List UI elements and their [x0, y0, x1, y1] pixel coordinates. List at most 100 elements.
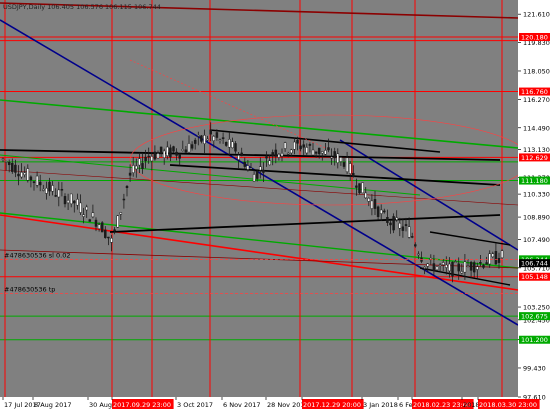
candle-body [240, 152, 243, 157]
candle-body [91, 212, 95, 218]
candle-body [82, 214, 85, 217]
price-tag-label: 116.760 [521, 88, 548, 96]
candle-body [364, 192, 367, 199]
candle-body [426, 263, 429, 267]
candle-body [460, 271, 464, 274]
candle-body [48, 181, 51, 192]
candle-body [35, 175, 39, 186]
candle-body [122, 198, 126, 201]
candle-body [398, 222, 402, 229]
candle-body [60, 189, 64, 191]
order-label-sl: #478630536 sl 0.02 [4, 251, 70, 259]
candle-body [290, 149, 293, 154]
candle-body [262, 169, 265, 173]
candle-body [20, 172, 23, 178]
candle-body [330, 156, 333, 159]
price-chart[interactable]: #478630536 sl 0.02 #478630536 tp 121.610 1… [0, 0, 550, 413]
price-tag-label: 112.629 [521, 154, 548, 162]
price-tag-label: 111.180 [521, 177, 548, 185]
candle-body [314, 151, 318, 154]
candle-body [293, 141, 296, 150]
candle-body [63, 196, 67, 205]
candle-body [491, 253, 495, 258]
candle-body [407, 226, 411, 238]
price-tag-label: 120.180 [521, 34, 548, 42]
candle-body [97, 224, 101, 230]
candle-body [299, 145, 302, 150]
candle-body [26, 168, 30, 181]
candle-body [438, 264, 442, 267]
candle-body [345, 157, 349, 173]
candle-body [395, 217, 398, 221]
candle-body [128, 172, 132, 176]
candle-body [497, 258, 501, 263]
candle-body [482, 264, 485, 268]
price-tick-label: 114.490 [523, 124, 550, 132]
candle-body [159, 146, 163, 154]
candle-body [11, 163, 14, 172]
candle-body [14, 164, 17, 173]
price-tick-label: 121.610 [523, 11, 550, 19]
date-tick-label: 2017.09.29 23:00 [113, 401, 171, 409]
candle-body [243, 161, 247, 167]
candle-body [339, 157, 343, 162]
candle-body [172, 146, 175, 152]
candle-body [4, 161, 8, 163]
price-tag-label: 102.675 [521, 313, 548, 321]
date-tick-label: 6 Nov 2017 [223, 401, 261, 409]
candle-body [435, 266, 439, 271]
candle-body [131, 165, 135, 173]
candle-body [423, 266, 426, 269]
candle-body [193, 139, 197, 144]
candle-body [23, 172, 26, 175]
candle-body [401, 226, 405, 231]
candle-body [110, 237, 113, 243]
candle-body [445, 264, 448, 268]
candle-body [150, 156, 154, 162]
candle-body [476, 266, 479, 270]
date-tick-label: 2017.12.29 20:00 [303, 401, 361, 409]
candle-body [57, 189, 61, 198]
candle-body [135, 165, 138, 170]
candle-body [286, 153, 290, 155]
candle-body [85, 206, 88, 211]
price-tick-label: 103.250 [523, 304, 550, 312]
candle-body [215, 132, 219, 138]
candle-body [249, 167, 253, 170]
candle-body [54, 195, 57, 197]
candle-body [370, 200, 374, 209]
candle-body [1, 158, 5, 160]
candle-body [333, 151, 336, 159]
candle-body [141, 163, 144, 169]
candle-body [296, 139, 299, 144]
candle-body [311, 149, 315, 156]
candle-body [119, 212, 123, 215]
candle-body [125, 185, 129, 188]
candle-body [147, 155, 150, 158]
candle-body [221, 137, 225, 140]
candle-body [76, 198, 79, 206]
candle-body [259, 166, 262, 171]
candle-body [479, 262, 482, 264]
candle-body [153, 151, 157, 160]
candle-body [116, 215, 119, 228]
price-tick-label: 118.050 [523, 67, 550, 75]
candle-body [29, 176, 33, 181]
candle-body [308, 144, 312, 146]
candle-body [73, 200, 76, 204]
candle-body [66, 200, 70, 204]
candle-body [228, 139, 231, 148]
candle-body [45, 187, 48, 194]
candle-body [376, 206, 380, 217]
candle-body [237, 155, 240, 160]
candle-body [321, 151, 324, 154]
candle-body [283, 142, 287, 149]
candle-body [277, 153, 281, 158]
candle-body [138, 158, 141, 166]
candle-body [113, 229, 116, 232]
candle-body [169, 147, 172, 158]
candle-body [79, 202, 82, 213]
candle-body [265, 156, 268, 159]
candle-body [274, 149, 278, 157]
candle-body [268, 160, 271, 166]
